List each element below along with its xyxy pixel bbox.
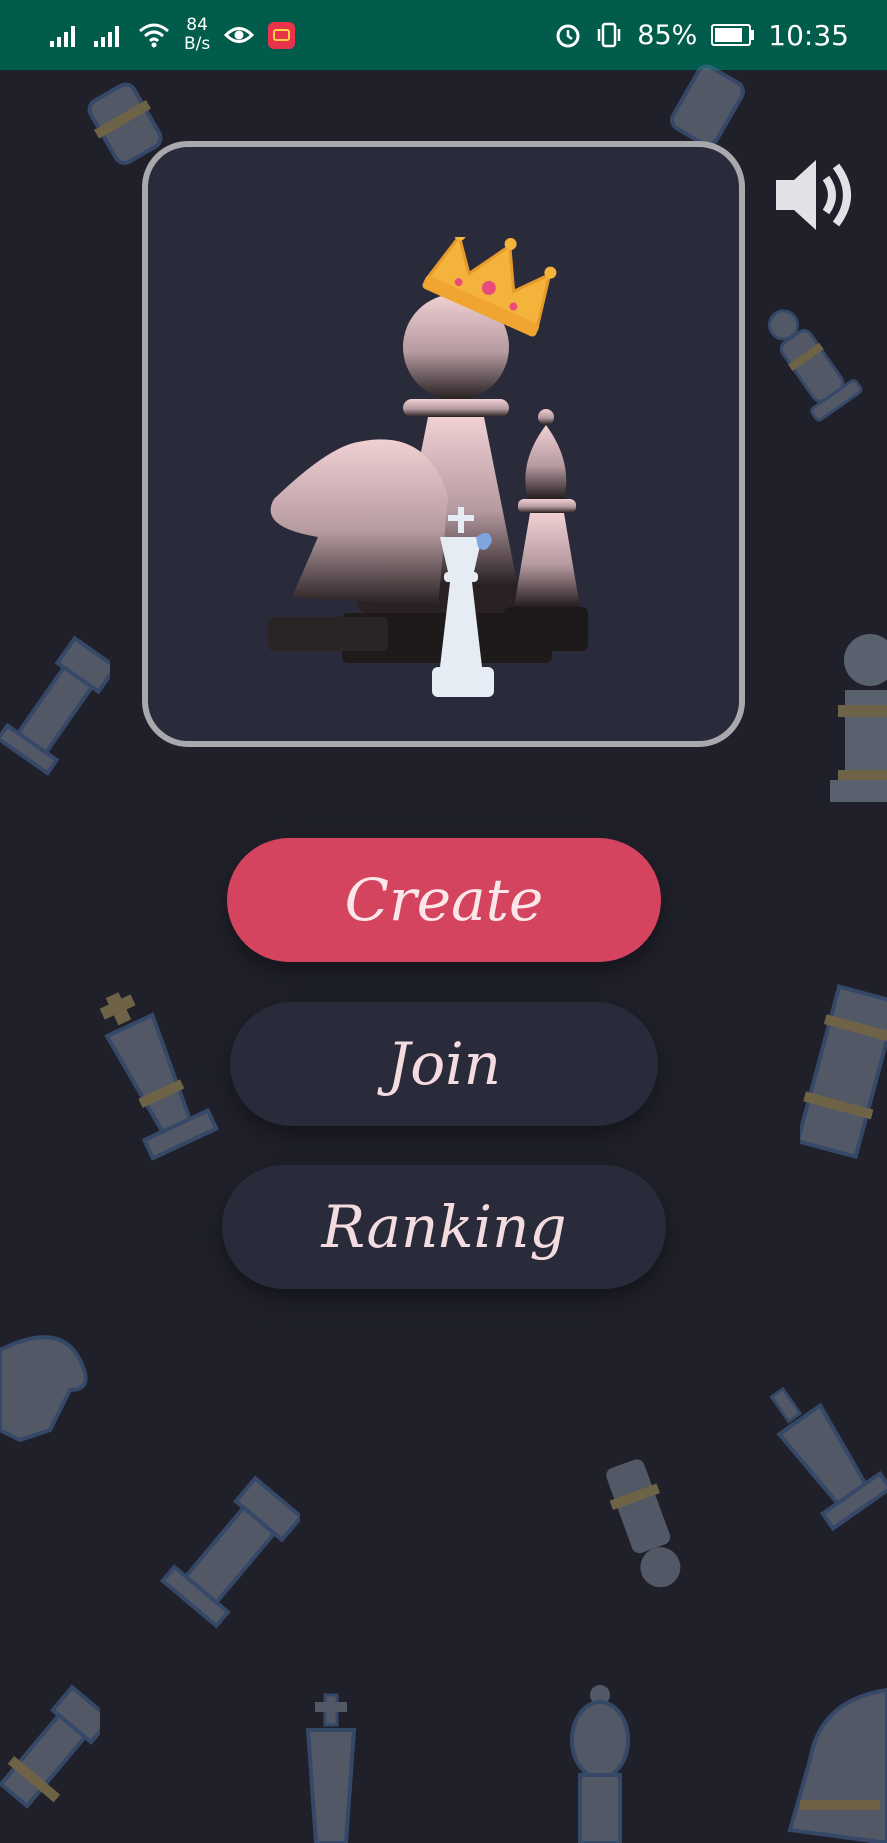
vibrate-icon [598, 22, 621, 48]
status-bar-right: 85% 10:35 [555, 19, 849, 52]
signal-icon [50, 26, 75, 47]
background-rook-icon [0, 1684, 100, 1809]
background-pawn-icon [830, 634, 887, 802]
background-pawn-icon [606, 1459, 681, 1588]
battery-icon [711, 24, 755, 46]
background-rook-icon [0, 635, 110, 776]
clock: 10:35 [768, 18, 849, 52]
battery-percent: 85% [637, 19, 698, 51]
ranking-button[interactable]: Ranking [222, 1165, 666, 1289]
background-king-icon [305, 1693, 357, 1843]
network-speed-unit: B/s [184, 34, 211, 54]
background-king-icon [770, 1386, 887, 1532]
background-rook-icon [160, 1475, 300, 1629]
status-bar-left: 84 B/s [50, 16, 296, 54]
eye-icon [224, 27, 255, 43]
app-badge-icon [268, 21, 296, 49]
signal-icon [94, 26, 119, 47]
chess-pieces-illustration [268, 237, 588, 697]
background-knight-icon [787, 1687, 887, 1843]
background-knight-icon [0, 1335, 88, 1443]
join-button[interactable]: Join [230, 1002, 658, 1126]
network-speed-value: 84 [186, 15, 208, 35]
background-rook-icon [800, 984, 887, 1160]
background-king-icon [99, 992, 219, 1161]
background-bishop-icon [570, 1685, 630, 1843]
speaker-icon[interactable] [772, 150, 862, 240]
network-speed: 84 B/s [184, 16, 210, 54]
create-button[interactable]: Create [227, 838, 661, 962]
alarm-icon [556, 24, 580, 48]
background-pawn-icon [767, 309, 863, 422]
hero-card [142, 141, 745, 747]
wifi-icon [139, 23, 169, 48]
